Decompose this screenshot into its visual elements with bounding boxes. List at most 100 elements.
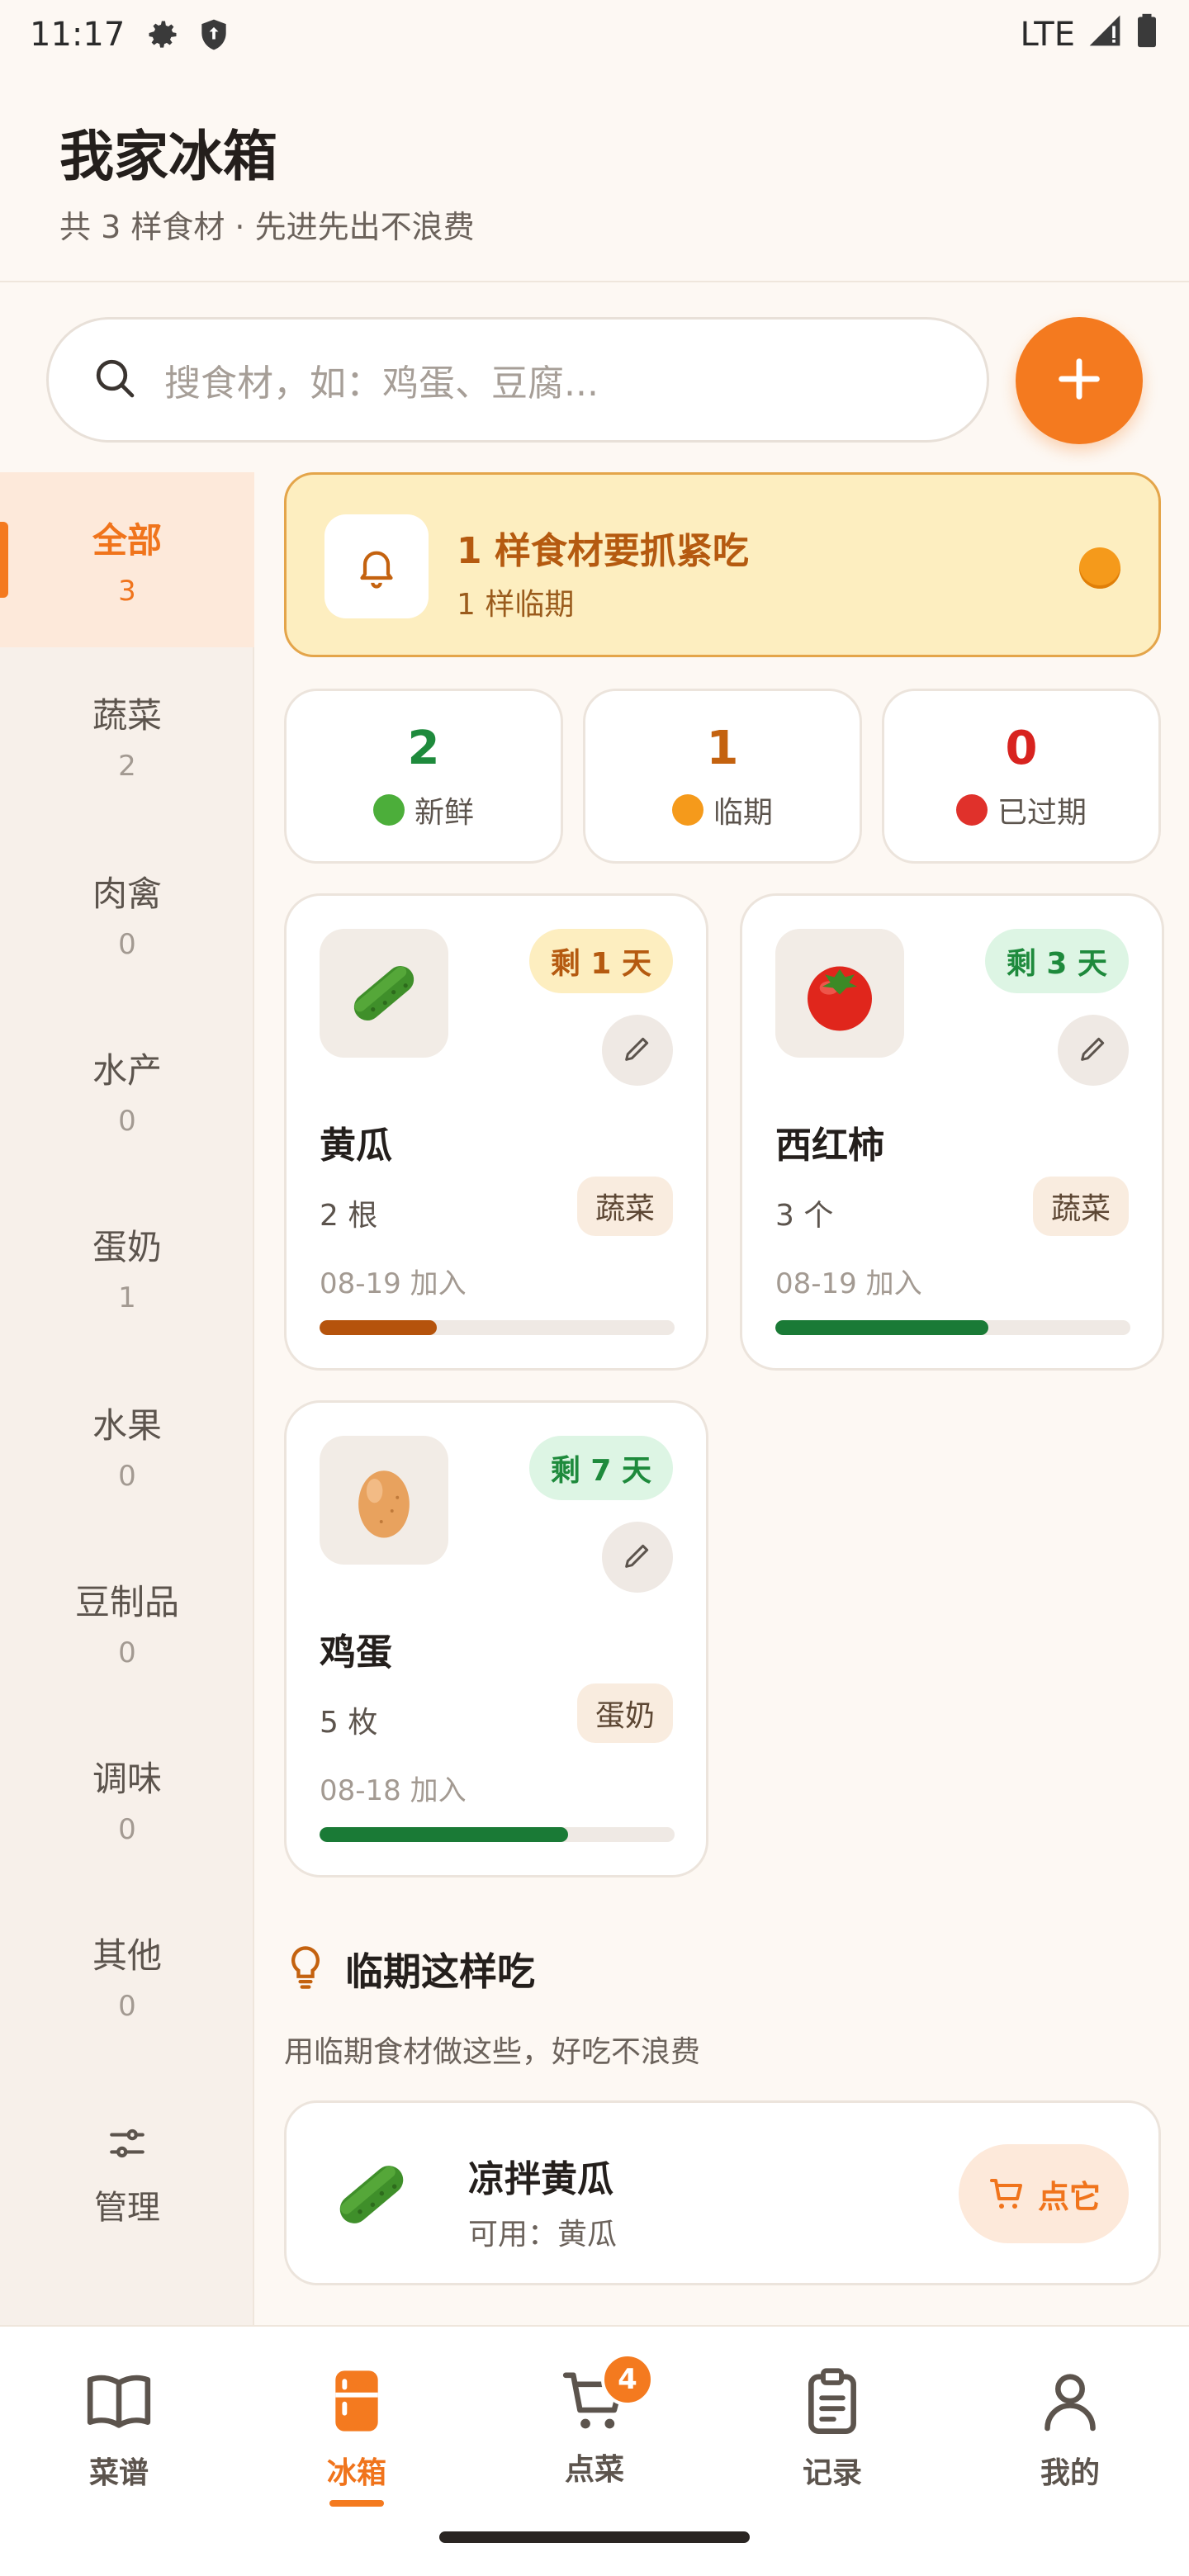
nav-label: 冰箱 — [326, 2456, 386, 2490]
expiry-alert-banner[interactable]: 1 样食材要抓紧吃 1 样临期 — [284, 472, 1161, 657]
order-label: 点它 — [1037, 2178, 1101, 2215]
sidebar-item-eggs-dairy[interactable]: 蛋奶 1 — [0, 1179, 254, 1354]
pencil-icon — [621, 1032, 654, 1068]
red-dot-icon — [955, 793, 988, 826]
network-type: LTE — [1020, 16, 1075, 54]
freshness-fill — [320, 1827, 568, 1842]
pencil-icon — [1077, 1032, 1110, 1068]
fridge-icon — [320, 2365, 393, 2441]
category-count: 0 — [118, 1459, 136, 1493]
stat-value: 1 — [706, 721, 739, 775]
sliders-icon — [107, 2123, 148, 2167]
food-card-egg[interactable]: 剩 7 天 鸡蛋 5 枚 蛋奶 08-18 加入 — [284, 1400, 708, 1878]
search-input[interactable]: 搜食材，如：鸡蛋、豆腐... — [46, 317, 989, 443]
category-count: 3 — [118, 574, 136, 608]
freshness-fill — [775, 1320, 988, 1335]
recipe-card[interactable]: 凉拌黄瓜 可用：黄瓜 点它 — [284, 2100, 1161, 2285]
sidebar-item-seafood[interactable]: 水产 0 — [0, 1002, 254, 1177]
clipboard-icon — [796, 2365, 869, 2441]
freshness-bar — [775, 1320, 1130, 1335]
edit-button[interactable] — [602, 1522, 673, 1593]
suggestions-subtitle: 用临期食材做这些，好吃不浪费 — [284, 2035, 701, 2069]
manage-label: 管理 — [94, 2189, 160, 2227]
stat-label: 新鲜 — [414, 795, 474, 830]
category-count: 1 — [118, 1281, 136, 1314]
freshness-fill — [320, 1320, 437, 1335]
nav-label: 记录 — [802, 2456, 862, 2490]
remaining-days-badge: 剩 1 天 — [528, 929, 673, 993]
food-card-cucumber[interactable]: 剩 1 天 黄瓜 2 根 蔬菜 08-19 加入 — [284, 893, 708, 1371]
manage-categories-button[interactable]: 管理 — [0, 2114, 254, 2237]
category-name: 调味 — [92, 1758, 162, 1799]
category-name: 蛋奶 — [92, 1226, 162, 1267]
add-food-button[interactable] — [1016, 317, 1143, 444]
home-indicator[interactable] — [439, 2531, 750, 2543]
suggestions-heading: 临期这样吃 — [284, 1942, 535, 1996]
food-category-tag: 蛋奶 — [576, 1683, 673, 1743]
bell-icon — [324, 514, 429, 618]
edit-button[interactable] — [1058, 1015, 1129, 1086]
freshness-bar — [320, 1320, 675, 1335]
category-name: 肉禽 — [92, 873, 162, 914]
food-added-date: 08-19 加入 — [775, 1267, 922, 1300]
edit-button[interactable] — [602, 1015, 673, 1086]
category-count: 0 — [118, 1812, 136, 1846]
sidebar-item-other[interactable]: 其他 0 — [0, 1887, 254, 2062]
gear-icon — [144, 17, 181, 53]
sidebar-item-meat[interactable]: 肉禽 0 — [0, 826, 254, 1001]
food-name: 西红柿 — [775, 1125, 884, 1167]
stat-expired[interactable]: 0 已过期 — [882, 689, 1161, 864]
nav-profile[interactable]: 我的 — [951, 2365, 1189, 2492]
status-time: 11:17 — [30, 16, 126, 54]
category-name: 其他 — [92, 1934, 162, 1976]
category-sidebar: 全部 3 蔬菜 2 肉禽 0 水产 0 蛋奶 1 水果 0 豆制品 0 调味 0… — [0, 472, 254, 2325]
category-count: 2 — [118, 749, 136, 783]
page-title: 我家冰箱 — [59, 125, 277, 188]
food-added-date: 08-18 加入 — [320, 1774, 467, 1807]
remaining-days-badge: 剩 7 天 — [528, 1436, 673, 1500]
stat-label-row: 已过期 — [955, 788, 1087, 831]
recipe-ingredients: 可用：黄瓜 — [468, 2218, 618, 2252]
stat-value: 2 — [407, 721, 440, 775]
alert-subtitle: 1 样临期 — [457, 588, 575, 622]
orange-dot-icon — [671, 793, 703, 826]
nav-label: 我的 — [1040, 2456, 1100, 2490]
nav-order[interactable]: 4 点菜 — [476, 2353, 713, 2488]
recipe-name: 凉拌黄瓜 — [468, 2158, 613, 2200]
food-category-tag: 蔬菜 — [1032, 1177, 1129, 1236]
battery-icon — [1135, 12, 1159, 57]
category-name: 水果 — [92, 1404, 162, 1446]
stat-fresh[interactable]: 2 新鲜 — [284, 689, 563, 864]
category-count: 0 — [118, 927, 136, 961]
book-icon — [83, 2365, 155, 2441]
food-card-tomato[interactable]: 剩 3 天 西红柿 3 个 蔬菜 08-19 加入 — [740, 893, 1164, 1371]
shield-icon — [196, 17, 232, 53]
stat-label-row: 临期 — [671, 788, 773, 831]
green-dot-icon — [372, 793, 405, 826]
food-name: 鸡蛋 — [320, 1631, 392, 1674]
sidebar-item-vegetables[interactable]: 蔬菜 2 — [0, 647, 254, 822]
cucumber-icon — [320, 929, 448, 1058]
sidebar-item-soy[interactable]: 豆制品 0 — [0, 1534, 254, 1709]
category-name: 水产 — [92, 1049, 162, 1091]
food-category-tag: 蔬菜 — [576, 1177, 673, 1236]
lightbulb-icon — [284, 1943, 327, 1996]
orange-dot-icon — [1079, 547, 1120, 589]
category-name: 豆制品 — [74, 1581, 179, 1622]
page-subtitle: 共 3 样食材 · 先进先出不浪费 — [59, 209, 475, 245]
search-icon — [92, 355, 138, 405]
nav-label: 菜谱 — [88, 2456, 149, 2490]
food-quantity: 5 枚 — [320, 1706, 378, 1740]
nav-records[interactable]: 记录 — [713, 2365, 951, 2492]
sidebar-item-fruits[interactable]: 水果 0 — [0, 1357, 254, 1532]
nav-recipes[interactable]: 菜谱 — [0, 2365, 238, 2492]
nav-fridge[interactable]: 冰箱 — [238, 2365, 476, 2507]
sidebar-item-seasoning[interactable]: 调味 0 — [0, 1711, 254, 1886]
order-recipe-button[interactable]: 点它 — [958, 2144, 1129, 2243]
pencil-icon — [621, 1539, 654, 1575]
sidebar-item-all[interactable]: 全部 3 — [0, 472, 254, 647]
plus-icon — [1053, 353, 1106, 409]
cart-icon: 4 — [558, 2353, 654, 2437]
stat-expiring[interactable]: 1 临期 — [583, 689, 862, 864]
food-name: 黄瓜 — [320, 1125, 392, 1167]
